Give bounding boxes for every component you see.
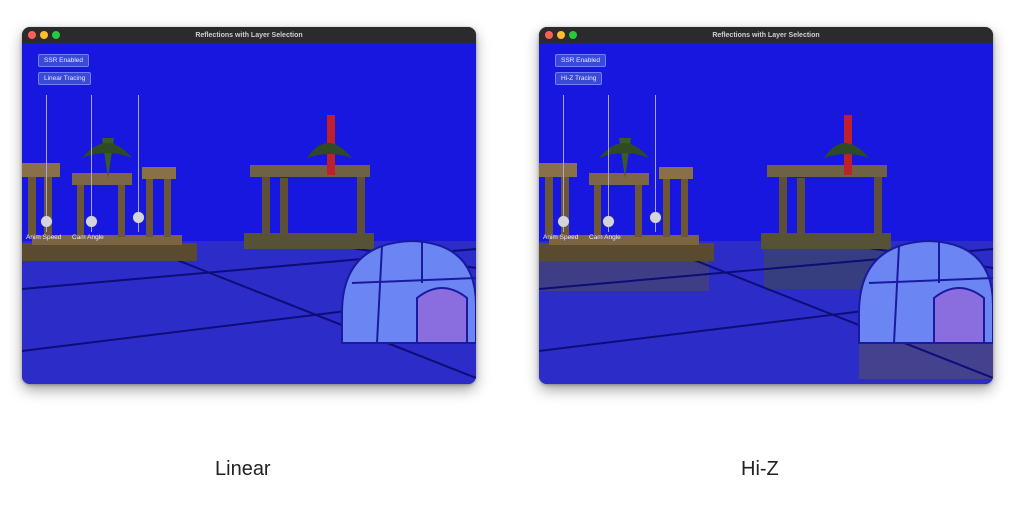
anim-speed-knob[interactable] [41,216,52,227]
tracing-mode-button[interactable]: Linear Tracing [38,72,92,85]
anim-speed-track[interactable] [46,95,47,232]
ssr-toggle-button[interactable]: SSR Enabled [555,54,607,67]
window-controls [28,31,60,39]
window-controls [545,31,577,39]
minimize-window-icon[interactable] [40,31,48,39]
third-slider[interactable] [132,95,146,232]
cam-angle-knob[interactable] [603,216,614,227]
cam-angle-label: Cam Angle [72,234,104,241]
third-slider-knob[interactable] [650,212,661,223]
render-viewport[interactable]: SSR Enabled Linear Tracing Anim Speed Ca… [22,43,476,384]
close-window-icon[interactable] [545,31,553,39]
window-title: Reflections with Layer Selection [712,31,820,39]
window-title: Reflections with Layer Selection [195,31,303,39]
zoom-window-icon[interactable] [569,31,577,39]
anim-speed-label: Anim Speed [26,234,62,241]
cam-angle-track[interactable] [608,95,609,232]
title-bar: Reflections with Layer Selection [22,27,476,43]
close-window-icon[interactable] [28,31,36,39]
cam-angle-slider[interactable] [602,95,616,232]
zoom-window-icon[interactable] [52,31,60,39]
anim-speed-knob[interactable] [558,216,569,227]
anim-speed-slider[interactable] [557,95,571,232]
minimize-window-icon[interactable] [557,31,565,39]
cam-angle-slider[interactable] [85,95,99,232]
igloo [341,239,476,344]
window-linear: Reflections with Layer Selection SSR Ena… [22,27,476,384]
render-viewport[interactable]: SSR Enabled Hi-Z Tracing Anim Speed Cam … [539,43,993,384]
title-bar: Reflections with Layer Selection [539,27,993,43]
ssr-toggle-button[interactable]: SSR Enabled [38,54,90,67]
anim-speed-track[interactable] [563,95,564,232]
cam-angle-label: Cam Angle [589,234,621,241]
third-slider[interactable] [649,95,663,232]
igloo [858,239,993,344]
caption-linear: Linear [215,458,271,480]
cam-angle-knob[interactable] [86,216,97,227]
anim-speed-slider[interactable] [40,95,54,232]
window-hiz: Reflections with Layer Selection SSR Ena… [539,27,993,384]
caption-hiz: Hi-Z [741,458,779,480]
anim-speed-label: Anim Speed [543,234,579,241]
cam-angle-track[interactable] [91,95,92,232]
third-slider-knob[interactable] [133,212,144,223]
tracing-mode-button[interactable]: Hi-Z Tracing [555,72,603,85]
